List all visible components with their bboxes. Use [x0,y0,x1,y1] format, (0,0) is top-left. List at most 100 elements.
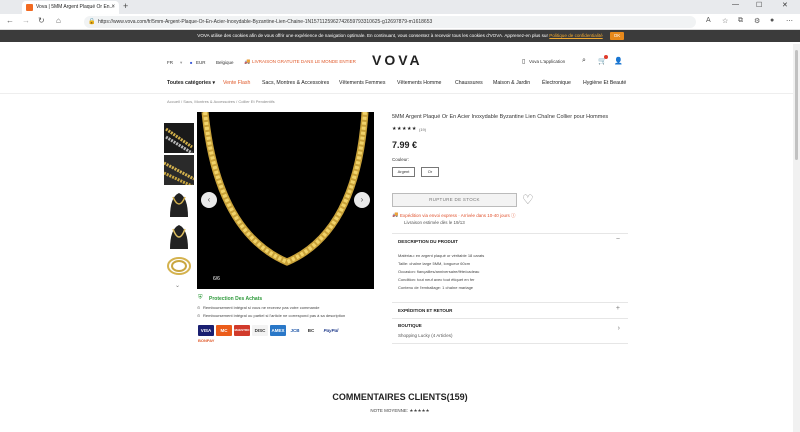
url-text: https://www.vova.com/fr/5mm-Argent-Plaqu… [98,19,433,25]
maestro-icon: MAESTRO [234,325,250,336]
image-counter: 6/6 [213,276,220,282]
paypal-icon: PayPal [320,325,342,336]
protection-line: Remboursement intégral ou partiel si l'a… [203,313,346,318]
estimated-delivery: Livraison estimée dès le 19/13 [404,220,465,225]
chain-thumbnail-image [165,127,193,153]
menu-item-flash-sale[interactable]: Vente Flash [223,80,250,86]
vova-logo[interactable]: VOVA [372,52,423,68]
color-label: Couleur: [392,157,410,162]
window-close-icon[interactable]: ✕ [782,1,788,9]
desc-line: Contenu de l'emballage: 1 chaîne mariage [398,285,474,290]
menu-item-bags-watches[interactable]: Sacs, Montres & Accessoires [262,80,329,86]
out-of-stock-button[interactable]: RUPTURE DE STOCK [392,193,517,207]
mastercard-icon: MC [216,325,232,336]
collapse-icon[interactable]: − [616,236,620,243]
reviews-title: COMMENTAIRES CLIENTS(159) [332,392,468,402]
product-title: 5MM Argent Plaqué Or En Acier Inoxydable… [392,114,609,120]
shipping-return-header[interactable]: EXPÉDITION ET RETOUR [398,308,452,313]
vova-favicon-icon [26,4,33,11]
chain-thumbnail-image [164,161,194,185]
app-link[interactable]: Vova L'application [529,59,565,64]
browser-tab[interactable]: Vova | 5MM Argent Plaqué Or En... × [22,1,119,14]
favorite-star-icon[interactable]: ☆ [722,17,728,25]
language-selector[interactable]: FR [167,60,173,65]
cart-badge [604,55,608,59]
next-image-button[interactable]: › [354,192,370,208]
tab-title: Vova | 5MM Argent Plaqué Or En... [36,4,114,10]
description-header[interactable]: DESCRIPTION DU PRODUIT [398,239,458,244]
desc-line: Taille: chaîne large 5MM, longueur 60cm [398,261,471,266]
jcb-icon: JCB [288,325,302,336]
profile-icon[interactable]: ● [770,17,774,24]
menu-item-men[interactable]: Vêtements Homme [397,80,441,86]
thumbnail-scroll-down-icon[interactable]: ⌄ [175,282,180,289]
bancontact-icon: BC [304,325,318,336]
maximize-icon[interactable]: ☐ [756,1,762,9]
menu-item-home-garden[interactable]: Maison & Jardin [493,80,530,86]
shipping-info: Expédition via envoi express · Arrivée d… [400,213,516,218]
thumbnail-1[interactable] [164,123,194,153]
cookie-banner: VOVA utilise des cookies afin de vous of… [0,30,800,42]
rating-stars[interactable]: ★★★★★ [392,126,417,132]
search-icon[interactable]: ⌕ [582,57,586,65]
currency-selector[interactable]: EUR [196,60,206,65]
thumbnail-2[interactable] [164,155,194,185]
necklace-bust-image [170,193,188,217]
collections-icon[interactable]: ⧉ [738,17,743,25]
visa-icon: VISA [198,325,214,336]
desc-line: Matériau: en argent plaqué or véritable … [398,253,485,258]
expand-icon[interactable]: + [616,305,620,312]
thumbnail-4[interactable] [164,219,194,249]
truck-icon: 🚚 [244,59,251,65]
color-option-silver[interactable]: Argent [392,167,415,177]
shield-icon: ⛨ [198,295,203,301]
menu-item-women[interactable]: Vêtements Femmes [339,80,385,86]
shop-section[interactable]: BOUTIQUE Shopping Lucky (4 Articles) › [392,318,628,344]
necklace-bust-image [170,225,188,249]
menu-item-beauty[interactable]: Hygiène Et Beauté [583,80,626,86]
shipping-return-section[interactable]: EXPÉDITION ET RETOUR + [392,302,628,318]
menu-item-all-categories[interactable]: Toutes catégories ▾ [167,80,215,86]
country-selector[interactable]: Belgique [216,60,234,65]
check-icon: ⊙ [197,313,201,318]
desc-line: Condition: tout neuf avec tout étiquet e… [398,277,475,282]
protection-title: Protection Des Achats [209,296,263,302]
lock-icon: 🔒 [88,19,96,25]
truck-icon: 🚚 [392,212,399,218]
thumbnail-3[interactable] [164,187,194,217]
close-tab-icon[interactable]: × [111,1,115,14]
breadcrumb[interactable]: Accueil / Sacs, Montres & Accessoires / … [167,99,275,104]
cookie-ok-button[interactable]: OK [610,32,624,40]
browser-tab-strip: Vova | 5MM Argent Plaqué Or En... × + — … [0,0,800,14]
color-option-gold[interactable]: Or [421,167,439,177]
description-section: DESCRIPTION DU PRODUIT − [392,233,628,301]
extensions-icon[interactable]: ⚙ [754,17,760,25]
minimize-icon[interactable]: — [732,1,739,8]
read-aloud-icon[interactable]: A [706,17,711,24]
address-toolbar: ← → ↻ ⌂ 🔒 https://www.vova.com/fr/5mm-Ar… [0,14,800,30]
eu-flag-icon: ■ [190,60,193,65]
scrollbar-thumb[interactable] [795,50,798,160]
review-count[interactable]: (19) [419,127,426,132]
forward-icon[interactable]: → [22,16,30,25]
shop-name[interactable]: Shopping Lucky (4 Articles) [398,333,453,338]
more-menu-icon[interactable]: ⋯ [786,17,793,25]
gold-chain-image [201,112,369,266]
mobile-app-icon: ▯ [522,59,526,65]
chevron-down-icon: ▾ [180,60,183,65]
url-field[interactable]: 🔒 https://www.vova.com/fr/5mm-Argent-Pla… [84,16,696,28]
chevron-right-icon[interactable]: › [618,325,620,332]
refresh-icon[interactable]: ↻ [38,16,45,25]
wishlist-heart-icon[interactable]: ♡ [522,193,534,207]
main-product-image[interactable]: 6/6 [197,112,374,289]
menu-item-shoes[interactable]: Chaussures [455,80,483,86]
new-tab-icon[interactable]: + [123,1,128,12]
home-icon[interactable]: ⌂ [56,16,61,25]
prev-image-button[interactable]: ‹ [201,192,217,208]
user-icon[interactable]: 👤 [614,57,623,65]
menu-item-electronics[interactable]: Électronique [542,80,571,86]
back-icon[interactable]: ← [6,16,14,25]
privacy-policy-link[interactable]: Politique de confidentialité [549,33,602,38]
thumbnail-5[interactable] [164,251,194,281]
free-shipping-promo: LIVRAISON GRATUITE DANS LE MONDE ENTIER [252,59,356,64]
